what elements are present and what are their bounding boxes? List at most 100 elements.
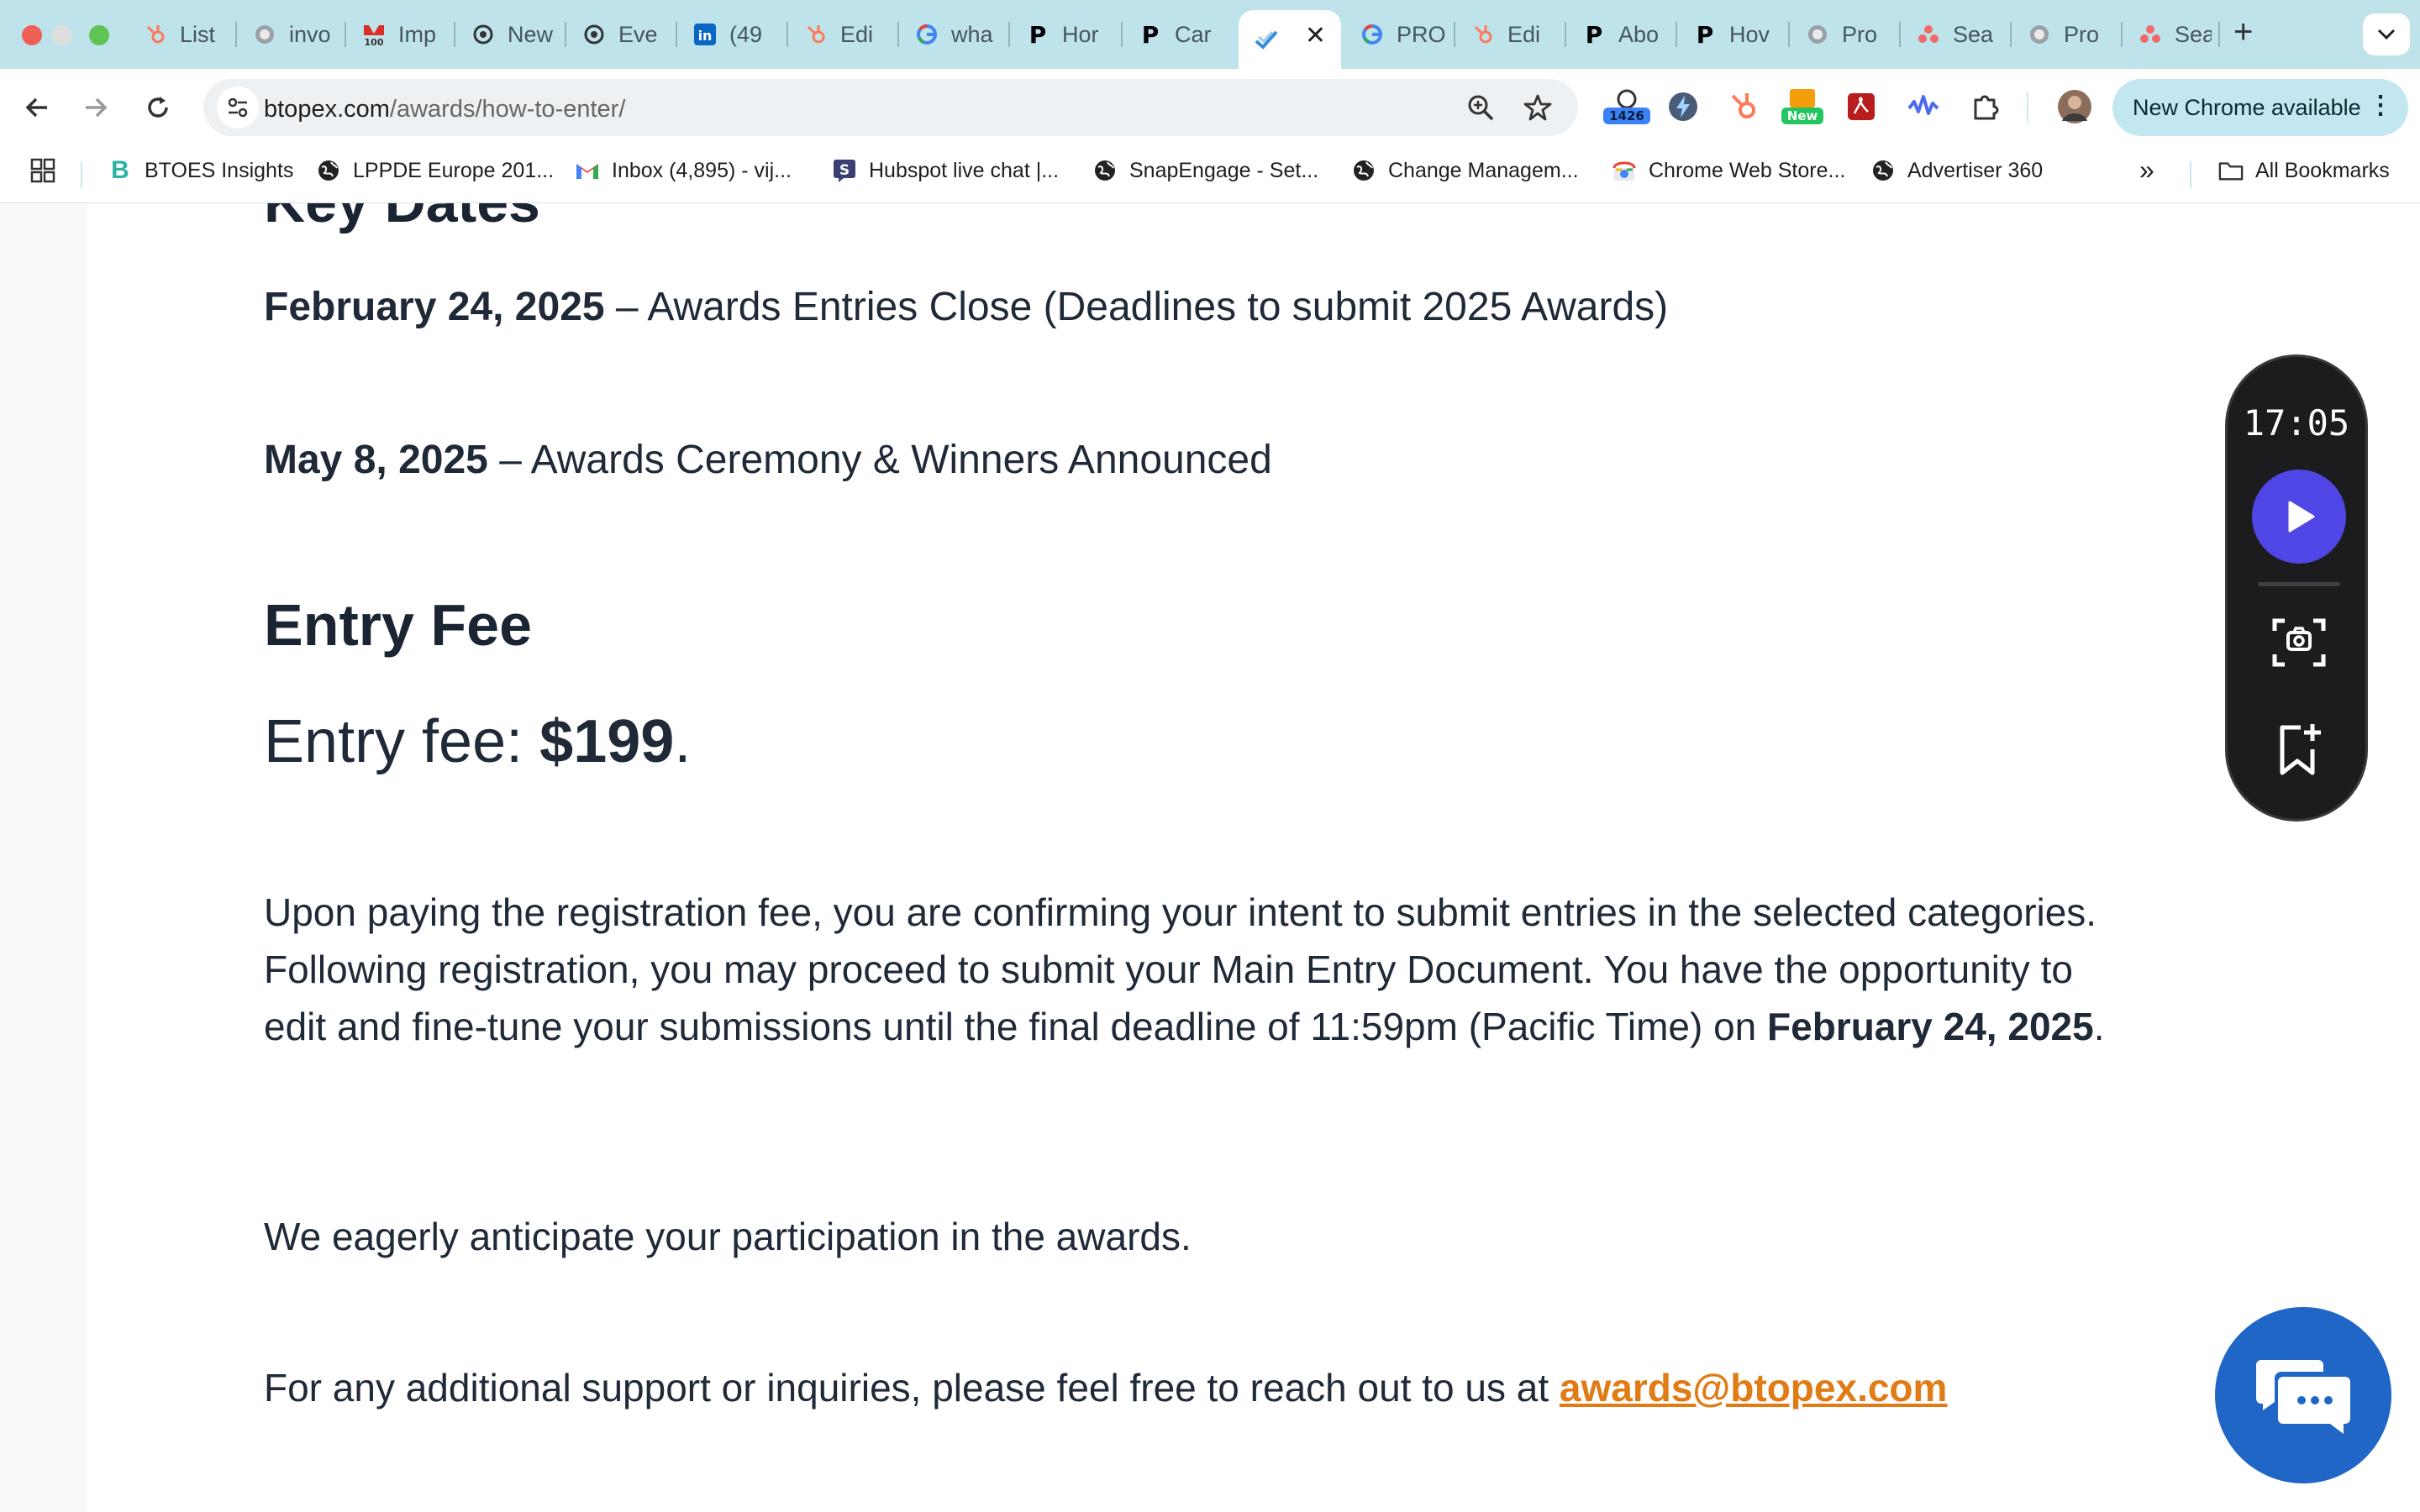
- bookmark-change-management[interactable]: Change Managem...: [1351, 158, 1579, 183]
- screenshot-button[interactable]: [2265, 609, 2333, 676]
- btopex-icon: [1254, 27, 1279, 52]
- screen-recorder-widget: 17:05: [2225, 354, 2368, 822]
- arrow-left-icon: [25, 97, 47, 118]
- pdf-extension-icon[interactable]: [1842, 87, 1881, 126]
- puzzle-extensions-icon[interactable]: [1966, 87, 2005, 126]
- bookmarks-overflow-button[interactable]: »: [2139, 155, 2154, 186]
- play-icon: [2288, 501, 2315, 533]
- tab-close-icon[interactable]: ✕: [1305, 21, 1326, 50]
- anticipate-paragraph: We eagerly anticipate your participation…: [264, 1215, 1192, 1258]
- reload-button[interactable]: [138, 87, 178, 128]
- p-logo-icon: P: [1028, 20, 1047, 49]
- tab[interactable]: P Hor: [1010, 10, 1123, 59]
- hubspot-icon: [143, 22, 168, 47]
- globe-icon: [1870, 158, 1896, 183]
- asana-icon: [2138, 22, 2163, 47]
- chatgpt-icon: [581, 22, 607, 47]
- svg-text:in: in: [698, 28, 713, 44]
- new-extension-icon[interactable]: New: [1780, 87, 1825, 126]
- window-close-button[interactable]: [22, 25, 42, 45]
- bookmark-inbox[interactable]: Inbox (4,895) - vij...: [575, 158, 792, 183]
- site-info-button[interactable]: [217, 87, 259, 129]
- date-entries-close: February 24, 2025 – Awards Entries Close…: [264, 284, 1668, 330]
- tab[interactable]: Pro: [1790, 10, 1901, 59]
- entry-fee-heading: Entry Fee: [264, 592, 532, 658]
- tab[interactable]: Edi: [1455, 10, 1566, 59]
- btoes-icon: B: [111, 156, 129, 184]
- window-minimize-button[interactable]: [52, 25, 72, 45]
- gmail-icon: [575, 158, 600, 183]
- hubspot-extension-icon[interactable]: [1724, 87, 1763, 126]
- avatar[interactable]: [2055, 87, 2094, 126]
- tab[interactable]: wha: [899, 10, 1010, 59]
- tab[interactable]: Pro: [2012, 10, 2123, 59]
- linkedin-icon: in: [692, 22, 718, 47]
- recorder-play-button[interactable]: [2252, 470, 2346, 564]
- globe-icon: [1805, 22, 1830, 47]
- all-bookmarks-button[interactable]: All Bookmarks: [2218, 158, 2390, 183]
- p-logo-icon: P: [1696, 20, 1714, 49]
- tab[interactable]: List: [128, 10, 237, 59]
- extension-counter-icon[interactable]: 1426: [1602, 87, 1652, 126]
- bolt-extension-icon[interactable]: [1664, 87, 1702, 126]
- snapengage-icon: S: [832, 158, 857, 183]
- wave-extension-icon[interactable]: [1904, 87, 1943, 126]
- registration-deadline: February 24, 2025: [1767, 1005, 2094, 1048]
- registration-paragraph: Upon paying the registration fee, you ar…: [264, 890, 2105, 1048]
- tab[interactable]: P Abo: [1566, 10, 1677, 59]
- folder-icon: [2218, 158, 2244, 183]
- page-gutter: [0, 203, 87, 1512]
- google-icon: [914, 22, 939, 47]
- tab[interactable]: Sea: [1901, 10, 2012, 59]
- bookmarks-bar: B BTOES Insights LPPDE Europe 201... Inb…: [0, 144, 2420, 203]
- window-zoom-button[interactable]: [89, 25, 109, 45]
- tab[interactable]: in (49: [677, 10, 788, 59]
- new-chrome-available-button[interactable]: New Chrome available ⋮: [2112, 79, 2408, 136]
- back-button[interactable]: [17, 87, 57, 128]
- arrow-right-icon: [86, 97, 108, 118]
- tab[interactable]: 100 Imp: [346, 10, 455, 59]
- tab[interactable]: P Car: [1123, 10, 1235, 59]
- tab[interactable]: New: [455, 10, 566, 59]
- entry-fee-line: Entry fee: $199.: [264, 708, 692, 775]
- asana-icon: [1916, 22, 1941, 47]
- globe-icon: [1351, 158, 1376, 183]
- forward-button[interactable]: [76, 87, 116, 128]
- tab-search-button[interactable]: [2363, 13, 2410, 55]
- new-tab-button[interactable]: +: [2233, 13, 2253, 51]
- tab[interactable]: Edi: [788, 10, 899, 59]
- bookmark-lppde-europe[interactable]: LPPDE Europe 201...: [316, 158, 554, 183]
- bookmark-btoes-insights[interactable]: B BTOES Insights: [108, 156, 293, 184]
- chrome-web-store-icon: [1612, 158, 1637, 183]
- tab[interactable]: Sea: [2123, 10, 2220, 59]
- support-paragraph: For any additional support or inquiries,…: [264, 1366, 1948, 1410]
- apps-button[interactable]: [30, 158, 55, 183]
- chevron-down-icon: [2377, 29, 2396, 40]
- date-ceremony: May 8, 2025 – Awards Ceremony & Winners …: [264, 437, 1272, 483]
- bookmark-advertiser-360[interactable]: Advertiser 360: [1870, 158, 2043, 183]
- tab[interactable]: invo: [237, 10, 346, 59]
- p-logo-icon: P: [1585, 20, 1603, 49]
- entry-fee-amount: $199: [539, 708, 675, 775]
- bookmark-add-icon: [2280, 724, 2321, 775]
- bookmark-hubspot-live-chat[interactable]: S Hubspot live chat |...: [832, 158, 1059, 183]
- live-chat-button[interactable]: [2215, 1307, 2391, 1483]
- tab[interactable]: PRO: [1344, 10, 1455, 59]
- add-bookmark-button[interactable]: [2265, 717, 2333, 784]
- chat-bubble-icon: [2256, 1360, 2350, 1434]
- support-email-link[interactable]: awards@btopex.com: [1560, 1366, 1948, 1410]
- more-menu-icon[interactable]: ⋮: [2368, 91, 2393, 120]
- address-bar[interactable]: btopex.com/awards/how-to-enter/: [203, 79, 1578, 136]
- bookmark-star-icon[interactable]: [1521, 91, 1555, 124]
- bookmark-snapengage[interactable]: SnapEngage - Set...: [1092, 158, 1318, 183]
- zoom-icon[interactable]: [1464, 91, 1497, 124]
- url-text[interactable]: btopex.com/awards/how-to-enter/: [264, 96, 625, 123]
- bookmark-chrome-web-store[interactable]: Chrome Web Store...: [1612, 158, 1845, 183]
- google-icon: [1360, 22, 1385, 47]
- reload-icon: [148, 97, 168, 118]
- toolbar-divider: [2027, 92, 2028, 123]
- tune-icon: [228, 97, 248, 118]
- tab-active[interactable]: ✕: [1239, 10, 1341, 69]
- tab[interactable]: P Hov: [1677, 10, 1790, 59]
- tab[interactable]: Eve: [566, 10, 677, 59]
